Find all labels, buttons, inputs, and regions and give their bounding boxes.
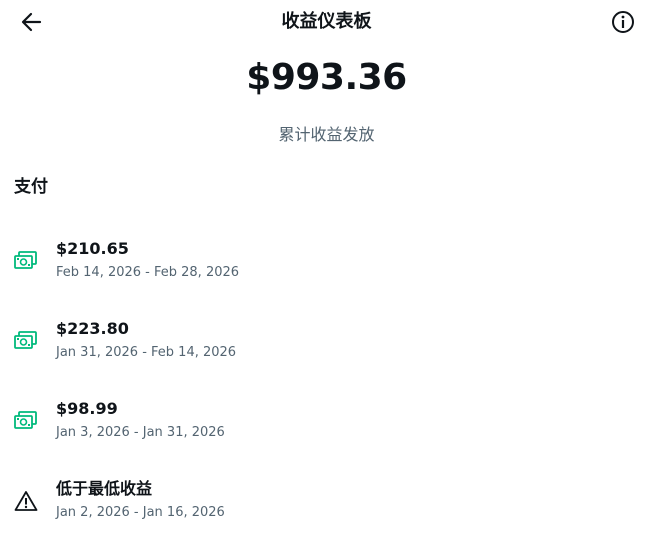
payout-period: Feb 14, 2026 - Feb 28, 2026	[56, 265, 240, 280]
payout-row[interactable]: 低于最低收益 Jan 2, 2026 - Jan 16, 2026	[0, 471, 653, 531]
payout-row[interactable]: $210.65 Feb 14, 2026 - Feb 28, 2026	[0, 231, 653, 291]
money-icon	[14, 330, 38, 352]
payout-amount: $210.65	[56, 239, 129, 258]
money-icon	[14, 250, 38, 272]
payout-period: Jan 3, 2026 - Jan 31, 2026	[56, 425, 225, 440]
payout-row[interactable]: $98.99 Jan 3, 2026 - Jan 31, 2026	[0, 391, 653, 451]
payout-row[interactable]: $223.80 Jan 31, 2026 - Feb 14, 2026	[0, 311, 653, 371]
money-icon	[14, 410, 38, 432]
info-icon	[612, 11, 634, 33]
total-earnings-amount: $993.36	[246, 57, 407, 98]
payouts-section-title: 支付	[14, 177, 48, 197]
payout-period: Jan 2, 2026 - Jan 16, 2026	[56, 505, 225, 520]
payout-amount: $98.99	[56, 399, 118, 418]
payout-status: 低于最低收益	[56, 479, 153, 498]
page-title: 收益仪表板	[281, 11, 372, 32]
info-button[interactable]	[611, 10, 635, 34]
payout-amount: $223.80	[56, 319, 129, 338]
warning-icon	[14, 490, 38, 512]
top-bar: 收益仪表板	[0, 0, 653, 44]
total-earnings-caption: 累计收益发放	[278, 125, 375, 144]
payout-period: Jan 31, 2026 - Feb 14, 2026	[56, 345, 237, 360]
